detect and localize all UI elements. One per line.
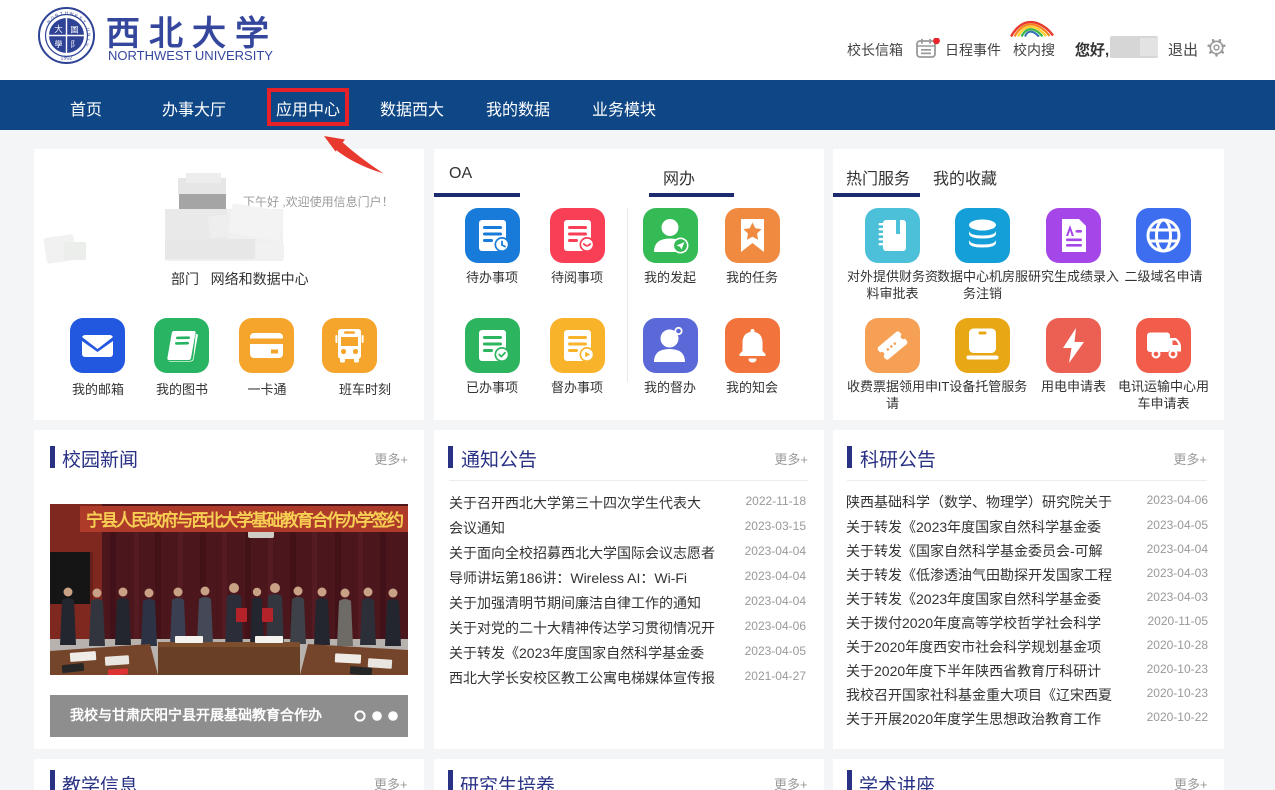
- svg-text:N: N: [86, 33, 91, 36]
- svg-text:H: H: [65, 11, 68, 16]
- svg-text:圖: 圖: [71, 26, 79, 35]
- svg-text:1902: 1902: [60, 56, 72, 62]
- svg-text:宁县人民政府与西北大学基础教育合作办学签约: 宁县人民政府与西北大学基础教育合作办学签约: [86, 510, 404, 530]
- svg-text:大: 大: [54, 24, 63, 34]
- svg-text:學: 學: [55, 39, 63, 49]
- svg-text:阝: 阝: [71, 40, 79, 49]
